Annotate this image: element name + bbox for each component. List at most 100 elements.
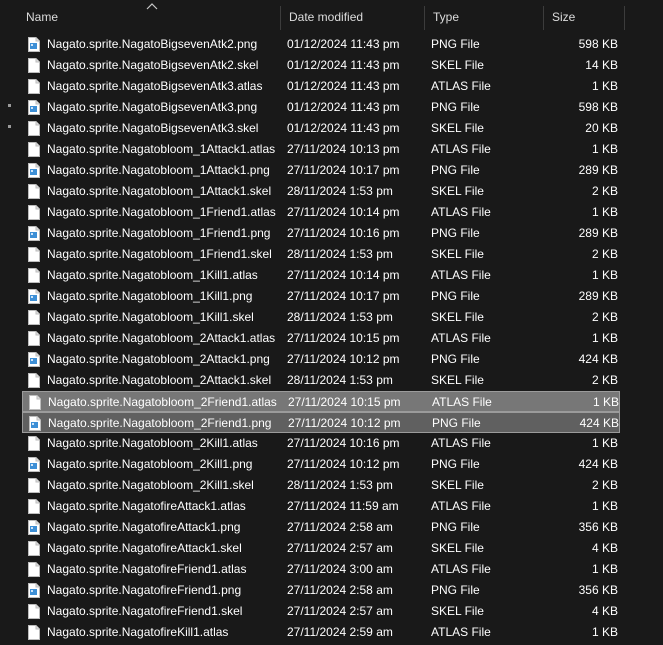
file-row[interactable]: Nagato.sprite.Nagatobloom_2Kill1.png 27/1…	[22, 454, 620, 475]
file-type: SKEL File	[431, 604, 484, 618]
file-row[interactable]: Nagato.sprite.NagatofireFriend1.atlas 27/…	[22, 559, 620, 580]
file-date-modified: 27/11/2024 2:57 am	[287, 541, 393, 555]
file-row[interactable]: Nagato.sprite.Nagatobloom_2Attack1.skel 2…	[22, 370, 620, 391]
file-size: 4 KB	[591, 604, 618, 618]
column-header-size[interactable]: Size	[544, 0, 625, 34]
file-row[interactable]: Nagato.sprite.NagatofireFriend1.png 27/11…	[22, 580, 620, 601]
file-name: Nagato.sprite.Nagatobloom_1Kill1.png	[47, 289, 253, 303]
nav-expand-marker[interactable]	[8, 125, 11, 128]
file-size: 289 KB	[578, 226, 618, 240]
generic-file-icon	[28, 604, 40, 619]
file-type: PNG File	[431, 37, 480, 51]
file-row[interactable]: Nagato.sprite.Nagatobloom_1Friend1.skel 2…	[22, 244, 620, 265]
png-image-icon	[28, 100, 40, 115]
file-name: Nagato.sprite.Nagatobloom_2Kill1.png	[47, 457, 253, 471]
png-image-icon	[28, 289, 40, 304]
file-row[interactable]: Nagato.sprite.Nagatobloom_1Attack1.atlas…	[22, 139, 620, 160]
column-header-name[interactable]: Name	[18, 0, 281, 34]
file-row[interactable]: Nagato.sprite.Nagatobloom_1Kill1.png 27/1…	[22, 286, 620, 307]
file-row[interactable]: Nagato.sprite.NagatofireKill1.atlas 27/11…	[22, 622, 620, 643]
file-size: 424 KB	[578, 457, 618, 471]
file-date-modified: 28/11/2024 1:53 pm	[287, 247, 393, 261]
file-type: PNG File	[431, 583, 480, 597]
file-row[interactable]: Nagato.sprite.NagatofireAttack1.skel 27/1…	[22, 538, 620, 559]
file-row[interactable]: Nagato.sprite.Nagatobloom_1Friend1.atlas…	[22, 202, 620, 223]
file-type: ATLAS File	[431, 499, 491, 513]
generic-file-icon	[28, 79, 40, 94]
file-size: 2 KB	[591, 184, 618, 198]
file-row[interactable]: Nagato.sprite.Nagatobloom_1Attack1.skel 2…	[22, 181, 620, 202]
png-image-icon	[28, 352, 40, 367]
file-name: Nagato.sprite.Nagatobloom_1Attack1.png	[47, 163, 270, 177]
file-row[interactable]: Nagato.sprite.NagatofireFriend1.skel 27/1…	[22, 601, 620, 622]
file-date-modified: 27/11/2024 10:17 pm	[287, 163, 400, 177]
file-row[interactable]: Nagato.sprite.NagatoBigsevenAtk3.png 01/1…	[22, 97, 620, 118]
png-image-icon	[28, 520, 40, 535]
file-name: Nagato.sprite.NagatoBigsevenAtk3.png	[47, 100, 258, 114]
file-row[interactable]: Nagato.sprite.Nagatobloom_2Friend1.png 27…	[22, 412, 620, 433]
file-type: ATLAS File	[431, 331, 491, 345]
file-name: Nagato.sprite.NagatofireFriend1.skel	[47, 604, 243, 618]
file-date-modified: 27/11/2024 2:58 am	[287, 583, 393, 597]
column-header-date-label: Date modified	[289, 10, 364, 24]
file-date-modified: 27/11/2024 11:59 am	[287, 499, 399, 513]
file-row[interactable]: Nagato.sprite.Nagatobloom_2Kill1.skel 28/…	[22, 475, 620, 496]
file-size: 1 KB	[591, 268, 618, 282]
generic-file-icon	[28, 58, 40, 73]
file-size: 289 KB	[578, 289, 618, 303]
file-row[interactable]: Nagato.sprite.NagatoBigsevenAtk3.skel 01/…	[22, 118, 620, 139]
column-header-date[interactable]: Date modified	[281, 0, 425, 34]
file-row[interactable]: Nagato.sprite.NagatofireAttack1.png 27/11…	[22, 517, 620, 538]
generic-file-icon	[28, 562, 40, 577]
file-type: PNG File	[431, 100, 480, 114]
file-size: 356 KB	[578, 520, 618, 534]
file-size: 1 KB	[591, 562, 618, 576]
column-header-type[interactable]: Type	[425, 0, 544, 34]
file-date-modified: 01/12/2024 11:43 pm	[287, 37, 400, 51]
file-name: Nagato.sprite.Nagatobloom_1Friend1.skel	[47, 247, 272, 261]
file-type: ATLAS File	[431, 142, 491, 156]
file-type: ATLAS File	[432, 395, 492, 409]
file-date-modified: 27/11/2024 2:59 am	[287, 625, 393, 639]
file-name: Nagato.sprite.Nagatobloom_1Attack1.atlas	[47, 142, 276, 156]
file-type: ATLAS File	[431, 562, 491, 576]
file-type: ATLAS File	[431, 79, 491, 93]
file-date-modified: 27/11/2024 10:15 pm	[287, 331, 400, 345]
file-row[interactable]: Nagato.sprite.NagatoBigsevenAtk2.skel 01/…	[22, 55, 620, 76]
file-row[interactable]: Nagato.sprite.Nagatobloom_2Friend1.atlas…	[22, 391, 620, 412]
file-date-modified: 01/12/2024 11:43 pm	[287, 58, 400, 72]
file-row[interactable]: Nagato.sprite.Nagatobloom_2Attack1.atlas…	[22, 328, 620, 349]
png-image-icon	[29, 416, 41, 431]
file-date-modified: 01/12/2024 11:43 pm	[287, 79, 400, 93]
file-date-modified: 27/11/2024 10:17 pm	[287, 289, 400, 303]
generic-file-icon	[28, 247, 40, 262]
file-row[interactable]: Nagato.sprite.Nagatobloom_1Attack1.png 27…	[22, 160, 620, 181]
nav-expand-marker[interactable]	[8, 104, 11, 107]
generic-file-icon	[28, 121, 40, 136]
file-name: Nagato.sprite.Nagatobloom_1Friend1.png	[47, 226, 271, 240]
column-header-name-label: Name	[26, 10, 59, 24]
file-type: PNG File	[431, 457, 480, 471]
generic-file-icon	[28, 184, 40, 199]
file-date-modified: 28/11/2024 1:53 pm	[287, 373, 393, 387]
file-name: Nagato.sprite.NagatofireAttack1.atlas	[47, 499, 246, 513]
column-divider[interactable]	[624, 6, 625, 30]
file-row[interactable]: Nagato.sprite.NagatofireAttack1.atlas 27/…	[22, 496, 620, 517]
file-row[interactable]: Nagato.sprite.NagatoBigsevenAtk3.atlas 01…	[22, 76, 620, 97]
file-name: Nagato.sprite.Nagatobloom_2Friend1.atlas	[48, 395, 277, 409]
file-date-modified: 01/12/2024 11:43 pm	[287, 121, 400, 135]
file-name: Nagato.sprite.NagatoBigsevenAtk3.skel	[47, 121, 259, 135]
file-row[interactable]: Nagato.sprite.Nagatobloom_1Kill1.skel 28/…	[22, 307, 620, 328]
file-type: ATLAS File	[431, 268, 491, 282]
file-date-modified: 27/11/2024 10:13 pm	[287, 142, 400, 156]
file-size: 2 KB	[591, 310, 618, 324]
file-row[interactable]: Nagato.sprite.Nagatobloom_1Kill1.atlas 27…	[22, 265, 620, 286]
file-row[interactable]: Nagato.sprite.NagatoBigsevenAtk2.png 01/1…	[22, 34, 620, 55]
file-row[interactable]: Nagato.sprite.Nagatobloom_2Attack1.png 27…	[22, 349, 620, 370]
generic-file-icon	[28, 436, 40, 451]
file-row[interactable]: Nagato.sprite.Nagatobloom_2Kill1.atlas 27…	[22, 433, 620, 454]
png-image-icon	[28, 583, 40, 598]
file-size: 1 KB	[591, 79, 618, 93]
file-size: 2 KB	[591, 373, 618, 387]
file-row[interactable]: Nagato.sprite.Nagatobloom_1Friend1.png 27…	[22, 223, 620, 244]
